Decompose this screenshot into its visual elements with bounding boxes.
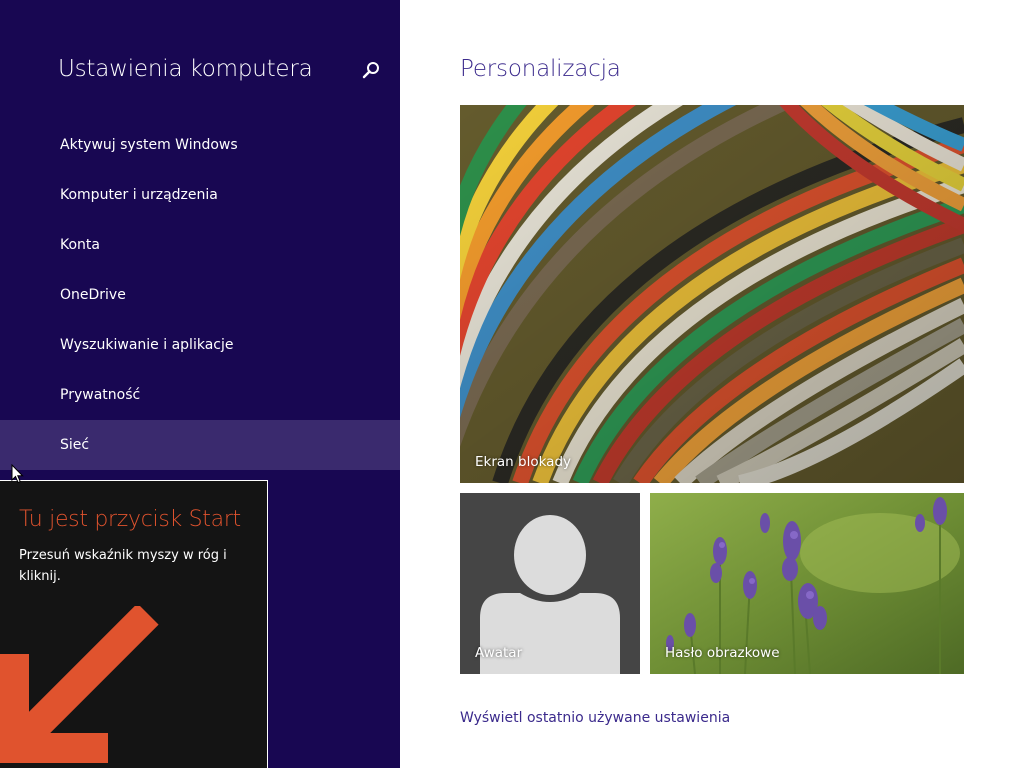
sidebar-item-label: Konta xyxy=(60,237,100,253)
sidebar-title: Ustawienia komputera xyxy=(58,56,313,82)
sidebar-item-label: Aktywuj system Windows xyxy=(60,137,238,153)
sidebar-item-activate-windows[interactable]: Aktywuj system Windows xyxy=(0,120,400,170)
avatar-label: Awatar xyxy=(475,645,523,661)
avatar-tile[interactable]: Awatar xyxy=(460,493,640,674)
tip-text: Przesuń wskaźnik myszy w róg i kliknij. xyxy=(19,548,227,584)
sidebar-item-privacy[interactable]: Prywatność xyxy=(0,370,400,420)
sidebar-item-pc-and-devices[interactable]: Komputer i urządzenia xyxy=(0,170,400,220)
sidebar-item-accounts[interactable]: Konta xyxy=(0,220,400,270)
tip-title: Tu jest przycisk Start xyxy=(19,507,241,532)
sidebar-item-network[interactable]: Sieć xyxy=(0,420,400,470)
page-title: Personalizacja xyxy=(460,56,621,82)
sidebar-item-label: Komputer i urządzenia xyxy=(60,187,218,203)
start-button-tip: Tu jest przycisk Start Przesuń wskaźnik … xyxy=(0,480,268,768)
sidebar-item-label: Prywatność xyxy=(60,387,141,403)
sidebar-item-label: OneDrive xyxy=(60,287,126,303)
arrow-down-left-icon xyxy=(0,606,159,763)
sidebar-item-label: Wyszukiwanie i aplikacje xyxy=(60,337,234,353)
sidebar-item-onedrive[interactable]: OneDrive xyxy=(0,270,400,320)
lock-screen-tile[interactable]: Ekran blokady xyxy=(460,105,964,483)
mouse-pointer-icon xyxy=(11,464,24,484)
picture-password-tile[interactable]: Hasło obrazkowe xyxy=(650,493,964,674)
recent-settings-link[interactable]: Wyświetl ostatnio używane ustawienia xyxy=(460,710,730,726)
sidebar-item-search-and-apps[interactable]: Wyszukiwanie i aplikacje xyxy=(0,320,400,370)
lock-screen-image xyxy=(460,105,964,483)
lock-screen-label: Ekran blokady xyxy=(475,454,572,470)
settings-nav-list: Aktywuj system Windows Komputer i urządz… xyxy=(0,120,400,470)
pc-settings-screen: Ustawienia komputera Aktywuj system Wind… xyxy=(0,0,1024,768)
picture-password-label: Hasło obrazkowe xyxy=(665,645,780,661)
sidebar-item-label: Sieć xyxy=(60,437,90,453)
search-icon[interactable] xyxy=(360,60,382,82)
